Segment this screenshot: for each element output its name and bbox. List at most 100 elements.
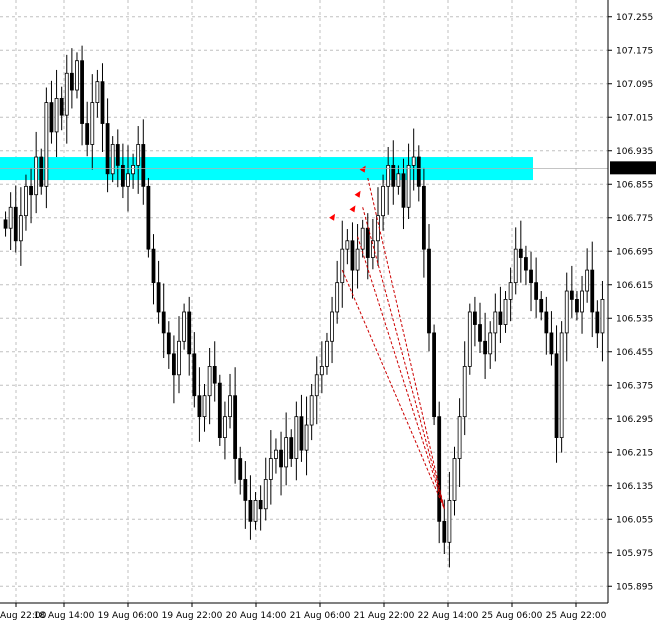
candle-body (401, 173, 406, 208)
candle-body (549, 332, 554, 355)
candle-body (569, 290, 574, 300)
candle-body (325, 340, 329, 367)
candle-body (508, 282, 513, 300)
candle-body (100, 81, 105, 124)
candle-body (34, 156, 39, 196)
candle-body (85, 123, 90, 145)
x-tick-label: 18 Aug 14:00 (34, 611, 95, 621)
candle-body (365, 227, 370, 258)
candle-body (345, 240, 350, 250)
candle-body (360, 227, 365, 250)
y-tick-label: 106.855 (616, 180, 653, 190)
candle-body (90, 102, 95, 145)
candle-body (75, 60, 79, 91)
candle-body (478, 324, 482, 342)
candle-body (238, 458, 243, 480)
candle-body (488, 332, 493, 355)
candle-body (534, 282, 539, 300)
candle-body (274, 449, 278, 459)
y-tick-label: 106.615 (616, 281, 653, 291)
y-tick-label: 106.055 (616, 515, 653, 525)
candle-body (233, 395, 238, 459)
candle-body (595, 311, 600, 334)
candle-body (309, 395, 314, 426)
candle-body (442, 520, 447, 543)
candle-body (24, 185, 28, 217)
candle-body (141, 144, 146, 187)
candle-body (13, 206, 18, 242)
candle-body (248, 500, 253, 522)
candle-body (44, 102, 49, 187)
y-tick-label: 106.295 (616, 415, 653, 425)
y-tick-label: 107.175 (616, 46, 653, 56)
candle-body (427, 248, 431, 334)
candle-body (432, 332, 436, 418)
candle-body (105, 123, 110, 175)
candle-body (253, 500, 258, 522)
x-tick-label: 21 Aug 22:00 (354, 611, 415, 621)
candle-body (539, 299, 544, 313)
candle-body (217, 382, 222, 438)
candle-body (580, 290, 584, 313)
candle-body (156, 282, 161, 313)
candle-body (95, 81, 100, 103)
candle-body (330, 311, 334, 342)
candle-body (279, 449, 283, 468)
candle-body (146, 185, 151, 250)
candle-body (314, 374, 319, 397)
y-tick-label: 106.135 (616, 482, 653, 492)
y-tick-label: 106.695 (616, 247, 653, 257)
candle-body (192, 353, 197, 397)
candle-body (396, 173, 401, 187)
candle-body (115, 144, 120, 166)
candle-body (69, 72, 74, 91)
candle-body (110, 144, 115, 175)
candle-body (54, 98, 59, 133)
candle-body (319, 366, 324, 376)
candle-body (457, 416, 462, 459)
y-tick-label: 106.535 (616, 314, 653, 324)
candle-body (151, 248, 156, 284)
candle-body (518, 248, 523, 258)
candle-body (590, 269, 595, 313)
candle-body (483, 340, 488, 355)
x-tick-label: 22 Aug 14:00 (418, 611, 479, 621)
candle-body (166, 332, 171, 355)
x-tick-label: 25 Aug 22:00 (546, 611, 607, 621)
candle-body (299, 416, 304, 451)
candle-body (268, 458, 273, 480)
candle-body (524, 257, 528, 271)
candle-body (64, 72, 69, 116)
candle-body (544, 311, 549, 334)
candle-body (3, 219, 8, 229)
candle-body (258, 500, 263, 510)
y-tick-label: 106.455 (616, 348, 653, 358)
y-tick-label: 106.775 (616, 214, 653, 224)
candle-body (243, 479, 248, 501)
candle-body (49, 102, 54, 133)
candle-body (498, 311, 503, 325)
candle-body (197, 395, 202, 418)
candle-body (161, 311, 166, 334)
x-tick-label: 19 Aug 22:00 (162, 611, 223, 621)
candle-body (452, 458, 457, 501)
candle-body (462, 366, 467, 418)
candle-body (437, 416, 442, 522)
y-tick-label: 106.215 (616, 448, 653, 458)
candle-body (335, 282, 340, 313)
candle-body (187, 311, 192, 355)
candle-body (8, 206, 13, 229)
candle-body (421, 185, 426, 250)
candle-body (126, 173, 130, 187)
chart-area[interactable]: 107.255 107.175 107.095 107.015 106.935 106.8… (0, 0, 656, 628)
x-tick-label: 21 Aug 06:00 (290, 611, 351, 621)
candle-body (228, 395, 232, 418)
price-chart[interactable]: 107.255 107.175 107.095 107.015 106.935 106.8… (0, 0, 656, 628)
candle-body (294, 416, 299, 459)
y-tick-label: 106.935 (616, 147, 653, 157)
candle-body (289, 437, 294, 459)
candle-body (467, 311, 472, 367)
candle-body (59, 98, 64, 116)
candle-body (559, 332, 564, 438)
candle-body (575, 299, 579, 313)
